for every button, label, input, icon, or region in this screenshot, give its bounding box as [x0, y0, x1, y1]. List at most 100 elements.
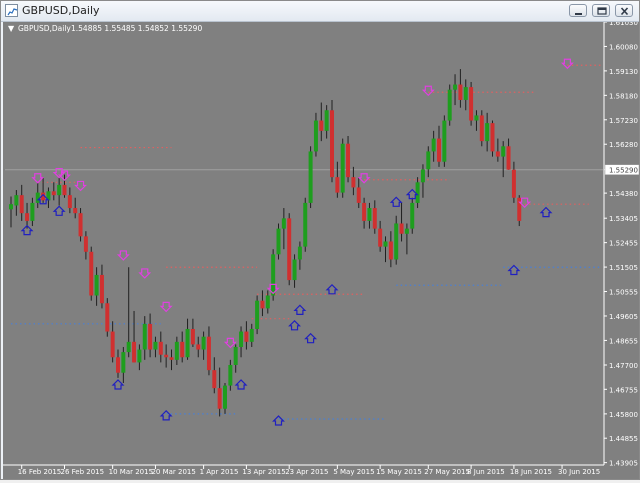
candle-body [51, 191, 56, 196]
candle [217, 367, 222, 417]
candle-body [169, 357, 174, 360]
candle [19, 184, 24, 221]
candle [469, 81, 474, 126]
candle [356, 177, 361, 209]
up-arrow-icon [288, 319, 301, 331]
candle [196, 336, 201, 358]
chart-area[interactable]: 1.61030 1.60080 1.59130 1.58180 1.57230 1.562… [3, 19, 640, 479]
price-tick-label: 1.43905 [609, 460, 638, 468]
maximize-button[interactable] [592, 4, 610, 17]
candle-body [463, 87, 468, 100]
minimize-button[interactable] [569, 4, 587, 17]
candle-body [19, 195, 24, 214]
candle-body [335, 177, 340, 193]
candle [388, 231, 393, 268]
candle [474, 110, 479, 131]
candle-body [190, 328, 195, 345]
candle-body [453, 84, 458, 90]
candle [276, 223, 281, 260]
candle-body [426, 151, 431, 170]
candle [105, 298, 110, 337]
candle-body [25, 213, 30, 221]
candle-body [158, 341, 163, 355]
candle [442, 115, 447, 167]
candle [383, 236, 388, 263]
price-chart[interactable]: 1.61030 1.60080 1.59130 1.58180 1.57230 1.562… [3, 19, 640, 479]
candle-body [362, 202, 367, 221]
up-arrow-icon [325, 283, 339, 295]
candle [212, 357, 217, 394]
price-tick-label: 1.58180 [609, 92, 638, 100]
candle [340, 138, 345, 198]
close-button[interactable] [615, 4, 633, 17]
price-tick-label: 1.57230 [609, 117, 638, 125]
candle [153, 336, 158, 358]
candle-body [297, 246, 302, 260]
candle-body [99, 274, 104, 304]
close-icon [620, 7, 629, 16]
candle-body [9, 204, 13, 210]
down-arrow-icon [159, 301, 173, 313]
candle [137, 344, 142, 371]
candle-body [67, 195, 72, 209]
candle [501, 141, 506, 178]
up-arrow-icon [234, 379, 248, 390]
up-arrow-icon [293, 304, 307, 315]
candle-body [255, 300, 260, 329]
price-tick-label: 1.61030 [609, 22, 638, 27]
candle-body [239, 331, 244, 347]
time-tick-label: 8 Jun 2015 [467, 468, 505, 476]
candle [495, 138, 500, 162]
candle [394, 215, 399, 265]
candle [479, 110, 484, 147]
candle-body [142, 323, 147, 350]
candle-body [180, 341, 185, 358]
candle-body [356, 187, 361, 203]
price-tick-label: 1.45800 [609, 411, 638, 419]
time-tick-label: 10 Mar 2015 [109, 468, 153, 476]
title-bar[interactable]: GBPUSD,Daily [1, 1, 639, 22]
candle [281, 208, 286, 250]
time-tick-label: 15 May 2015 [376, 468, 422, 476]
candle-body [351, 177, 356, 188]
candle-body [206, 336, 211, 371]
price-tick-label: 1.56280 [609, 141, 638, 149]
candle [126, 267, 131, 358]
candle-body [153, 341, 158, 350]
candle-body [132, 341, 137, 363]
candle-body [201, 336, 206, 350]
candle-body [479, 115, 484, 142]
candle [335, 161, 340, 198]
candle [239, 326, 244, 358]
candle [367, 202, 372, 229]
window-title: GBPUSD,Daily [22, 4, 100, 17]
candle-body [223, 385, 227, 409]
candle-body [458, 84, 463, 100]
down-arrow-icon [74, 180, 87, 192]
candle-body [212, 370, 217, 389]
candle [308, 146, 313, 209]
price-tick-label: 1.51505 [609, 264, 638, 272]
candle [142, 316, 147, 360]
candle [437, 125, 441, 167]
candle [41, 177, 46, 203]
price-tick-label: 1.52455 [609, 240, 638, 248]
candle [9, 196, 13, 228]
candle [228, 359, 233, 391]
candle-body [271, 254, 276, 296]
candle [30, 197, 35, 227]
candle-body [30, 202, 35, 221]
price-tick-label: 1.49605 [609, 313, 638, 321]
candle [431, 130, 436, 162]
candle-body [78, 213, 83, 237]
time-tick-label: 20 Mar 2015 [151, 468, 195, 476]
candle-body [404, 228, 409, 234]
candle [158, 331, 163, 363]
candle [67, 187, 72, 214]
candle-body [346, 143, 351, 178]
time-tick-label: 13 Apr 2015 [242, 468, 285, 476]
candle-body [383, 241, 388, 247]
chart-header: ▼ GBPUSD,Daily 1.54885 1.55485 1.54852 1… [8, 24, 202, 33]
time-tick-label: 16 Feb 2015 [18, 468, 62, 476]
candle [174, 336, 179, 365]
